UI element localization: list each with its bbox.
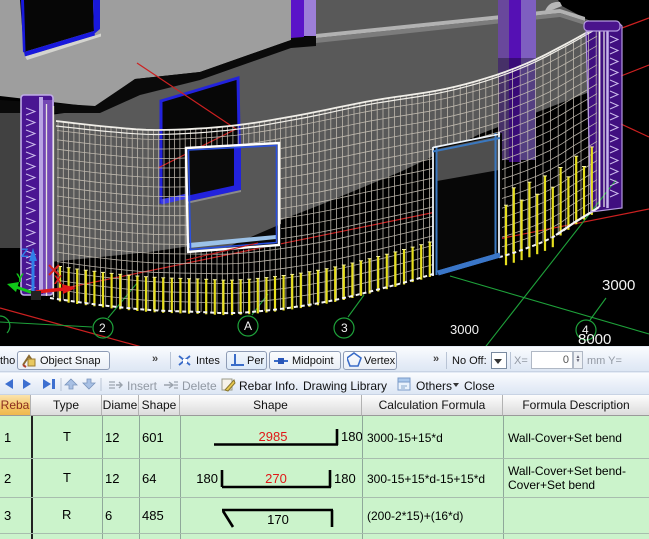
svg-text:180: 180 (334, 471, 356, 486)
svg-text:3: 3 (341, 321, 348, 335)
svg-text:Z: Z (21, 246, 28, 260)
svg-text:180: 180 (196, 471, 218, 486)
svg-text:Y: Y (16, 271, 24, 285)
svg-text:8000: 8000 (578, 331, 611, 346)
svg-text:2985: 2985 (259, 429, 288, 444)
svg-text:3000: 3000 (602, 277, 635, 294)
svg-text:X: X (54, 273, 62, 287)
svg-text:170: 170 (267, 512, 289, 527)
svg-text:270: 270 (265, 471, 287, 486)
svg-text:A: A (244, 319, 252, 333)
svg-text:180: 180 (341, 429, 362, 444)
svg-text:2: 2 (99, 321, 106, 335)
svg-text:3000: 3000 (450, 322, 479, 337)
